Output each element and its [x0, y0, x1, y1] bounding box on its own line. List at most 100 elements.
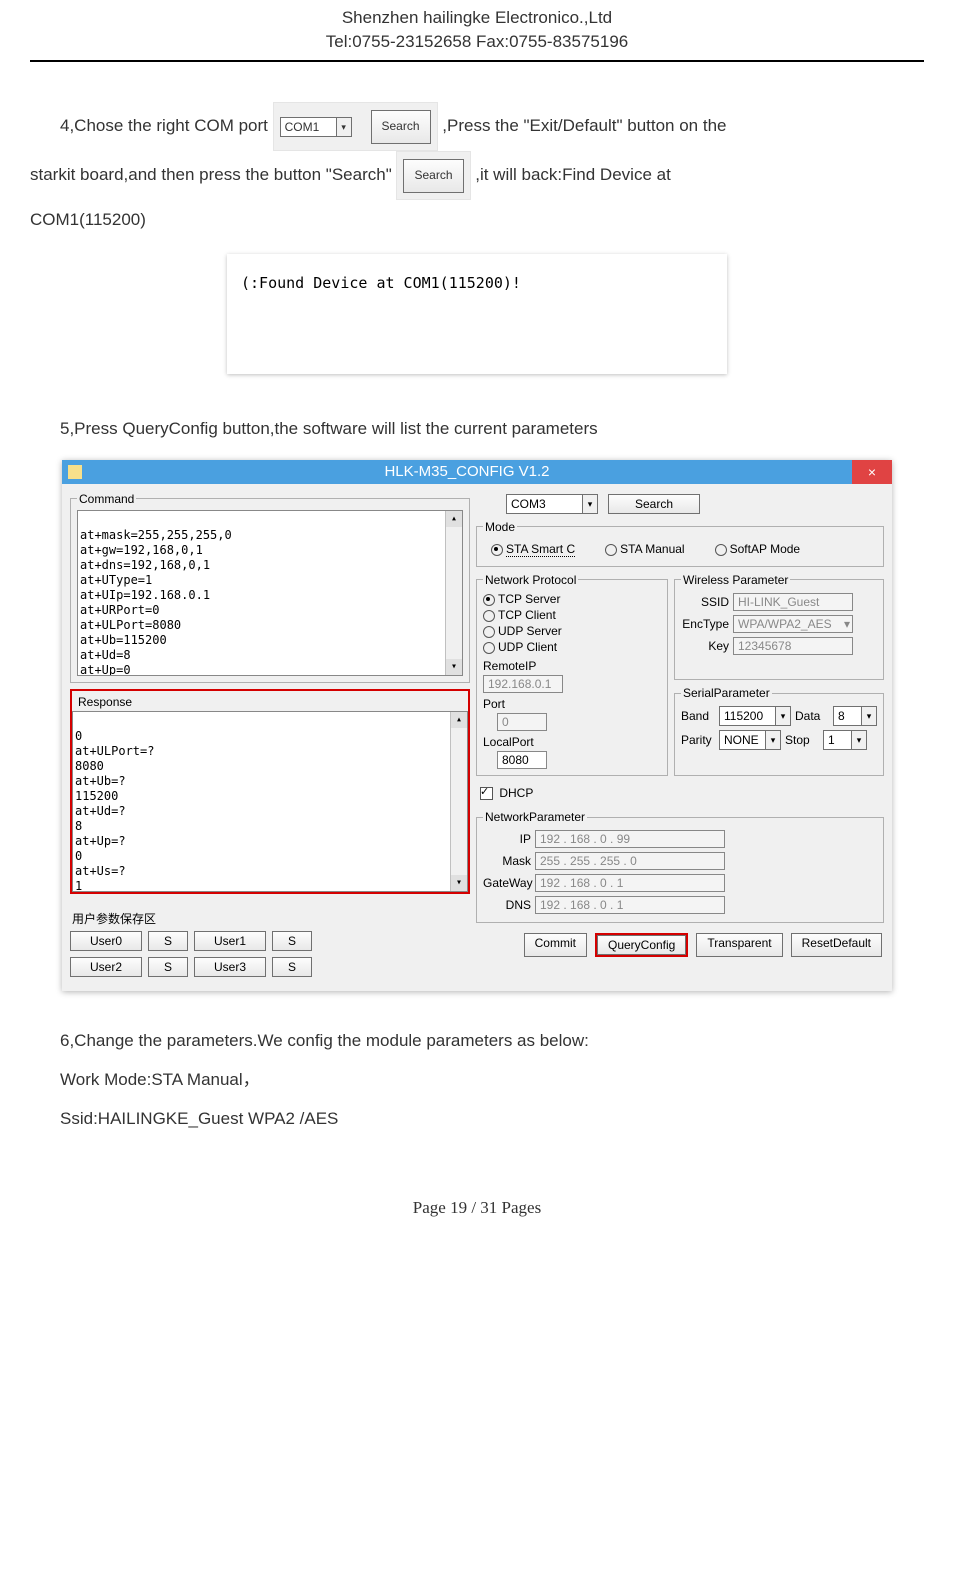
commit-button[interactable]: Commit — [524, 933, 587, 957]
local-port-field[interactable]: 8080 — [497, 751, 547, 769]
tcp-server-radio[interactable]: TCP Server — [483, 591, 661, 607]
app-icon — [68, 465, 82, 479]
stop-combo[interactable]: 1 — [823, 730, 867, 750]
queryconfig-button[interactable]: QueryConfig — [597, 935, 686, 955]
port-field[interactable]: 0 — [497, 713, 547, 731]
port-label: Port — [483, 697, 661, 711]
scroll-up-icon[interactable]: ▴ — [446, 511, 462, 527]
gateway-field[interactable]: 192 . 168 . 0 . 1 — [535, 874, 725, 892]
mode-sta-manual[interactable]: STA Manual — [605, 542, 684, 556]
search-button-inline-1[interactable]: Search — [371, 110, 431, 144]
user1-s-button[interactable]: S — [272, 931, 312, 951]
mode-softap[interactable]: SoftAP Mode — [715, 542, 801, 556]
command-text: at+mask=255,255,255,0 at+gw=192,168,0,1 … — [80, 528, 232, 676]
netproto-legend: Network Protocol — [483, 573, 578, 587]
scroll-down-icon[interactable]: ▾ — [446, 659, 462, 675]
user3-button[interactable]: User3 — [194, 957, 266, 977]
mode-sta-smart[interactable]: STA Smart C — [491, 542, 575, 556]
scroll-down-icon[interactable]: ▾ — [451, 875, 467, 891]
command-textarea[interactable]: at+mask=255,255,255,0 at+gw=192,168,0,1 … — [77, 510, 463, 676]
user-params-title: 用户参数保存区 — [72, 910, 468, 927]
page-header: Shenzhen hailingke Electronico.,Ltd Tel:… — [30, 0, 924, 62]
user0-button[interactable]: User0 — [70, 931, 142, 951]
command-legend: Command — [77, 492, 136, 506]
dns-label: DNS — [483, 898, 531, 912]
radio-icon — [483, 610, 495, 622]
response-text: 0 at+ULPort=? 8080 at+Ub=? 115200 at+Ud=… — [75, 729, 154, 892]
band-combo[interactable]: 115200 — [719, 706, 791, 726]
mid-group-row: Network Protocol TCP Server TCP Client U… — [476, 573, 884, 776]
radio-icon — [605, 544, 617, 556]
config-app-window: HLK-M35_CONFIG V1.2 × Command at+mask=25… — [62, 460, 892, 991]
step4-paragraph: 4,Chose the right COM port COM1 Search ,… — [60, 102, 924, 151]
com-combo[interactable]: COM1 — [280, 117, 352, 137]
user0-s-button[interactable]: S — [148, 931, 188, 951]
queryconfig-highlight: QueryConfig — [595, 933, 688, 957]
user1-button[interactable]: User1 — [194, 931, 266, 951]
found-device-box: (:Found Device at COM1(115200)! — [227, 254, 727, 374]
gw-label: GateWay — [483, 876, 531, 890]
mask-label: Mask — [483, 854, 531, 868]
user2-button[interactable]: User2 — [70, 957, 142, 977]
dhcp-checkbox[interactable]: DHCP — [476, 782, 884, 804]
scroll-up-icon[interactable]: ▴ — [451, 712, 467, 728]
key-field[interactable]: 12345678 — [733, 637, 853, 655]
checkbox-icon — [480, 787, 493, 800]
user3-s-button[interactable]: S — [272, 957, 312, 977]
step4-line2a: starkit board,and then press the button … — [30, 165, 396, 184]
step4-line2b: ,it will back:Find Device at — [475, 165, 671, 184]
tcp-client-radio[interactable]: TCP Client — [483, 607, 661, 623]
mode-legend: Mode — [483, 520, 517, 534]
company-name: Shenzhen hailingke Electronico.,Ltd — [30, 6, 924, 30]
command-group: Command at+mask=255,255,255,0 at+gw=192,… — [70, 492, 470, 683]
udp-client-radio[interactable]: UDP Client — [483, 639, 661, 655]
netparam-legend: NetworkParameter — [483, 810, 587, 824]
local-port-label: LocalPort — [483, 735, 661, 749]
transparent-button[interactable]: Transparent — [696, 933, 782, 957]
response-textarea[interactable]: 0 at+ULPort=? 8080 at+Ub=? 115200 at+Ud=… — [72, 711, 468, 892]
step4-line2: starkit board,and then press the button … — [30, 151, 924, 200]
band-label: Band — [681, 709, 715, 723]
key-label: Key — [681, 639, 729, 653]
radio-icon — [483, 594, 495, 606]
mask-field[interactable]: 255 . 255 . 255 . 0 — [535, 852, 725, 870]
mode-group: Mode STA Smart C STA Manual SoftAP Mode — [476, 520, 884, 567]
stop-label: Stop — [785, 733, 819, 747]
step4-pre: 4,Chose the right COM port — [60, 116, 273, 135]
titlebar: HLK-M35_CONFIG V1.2 × — [62, 460, 892, 484]
close-button[interactable]: × — [852, 460, 892, 484]
radio-icon — [715, 544, 727, 556]
right-column: COM3 Search Mode STA Smart C STA Manual … — [476, 492, 884, 983]
step6-block: 6,Change the parameters.We config the mo… — [60, 1021, 924, 1138]
com-port-combo[interactable]: COM3 — [506, 494, 598, 514]
remote-ip-label: RemoteIP — [483, 659, 661, 673]
app-body: Command at+mask=255,255,255,0 at+gw=192,… — [62, 484, 892, 991]
parity-combo[interactable]: NONE — [719, 730, 781, 750]
chevron-down-icon: ▾ — [844, 617, 850, 631]
udp-server-radio[interactable]: UDP Server — [483, 623, 661, 639]
wireless-param-group: Wireless Parameter SSID HI-LINK_Guest En… — [674, 573, 884, 681]
contact-info: Tel:0755-23152658 Fax:0755-83575196 — [30, 30, 924, 54]
dns-field[interactable]: 192 . 168 . 0 . 1 — [535, 896, 725, 914]
step6-l3: Ssid:HAILINGKE_Guest WPA2 /AES — [60, 1099, 924, 1138]
remote-ip-field[interactable]: 192.168.0.1 — [483, 675, 563, 693]
data-combo[interactable]: 8 — [833, 706, 877, 726]
network-param-group: NetworkParameter IP192 . 168 . 0 . 99 Ma… — [476, 810, 884, 923]
resetdefault-button[interactable]: ResetDefault — [791, 933, 882, 957]
header-divider — [30, 60, 924, 62]
parity-label: Parity — [681, 733, 715, 747]
user2-s-button[interactable]: S — [148, 957, 188, 977]
step6-l1: 6,Change the parameters.We config the mo… — [60, 1021, 924, 1060]
ip-field[interactable]: 192 . 168 . 0 . 99 — [535, 830, 725, 848]
data-label: Data — [795, 709, 829, 723]
search-button[interactable]: Search — [608, 494, 700, 514]
enctype-combo[interactable]: WPA/WPA2_AES▾ — [733, 615, 853, 633]
wireless-legend: Wireless Parameter — [681, 573, 790, 587]
response-highlight: Response 0 at+ULPort=? 8080 at+Ub=? 1152… — [70, 689, 470, 894]
response-scrollbar[interactable]: ▴ ▾ — [450, 712, 467, 891]
command-scrollbar[interactable]: ▴ ▾ — [445, 511, 462, 675]
step5-text: 5,Press QueryConfig button,the software … — [60, 409, 924, 448]
ssid-field[interactable]: HI-LINK_Guest — [733, 593, 853, 611]
com-search-row: COM3 Search — [476, 492, 884, 514]
search-button-inline-2[interactable]: Search — [403, 159, 463, 193]
